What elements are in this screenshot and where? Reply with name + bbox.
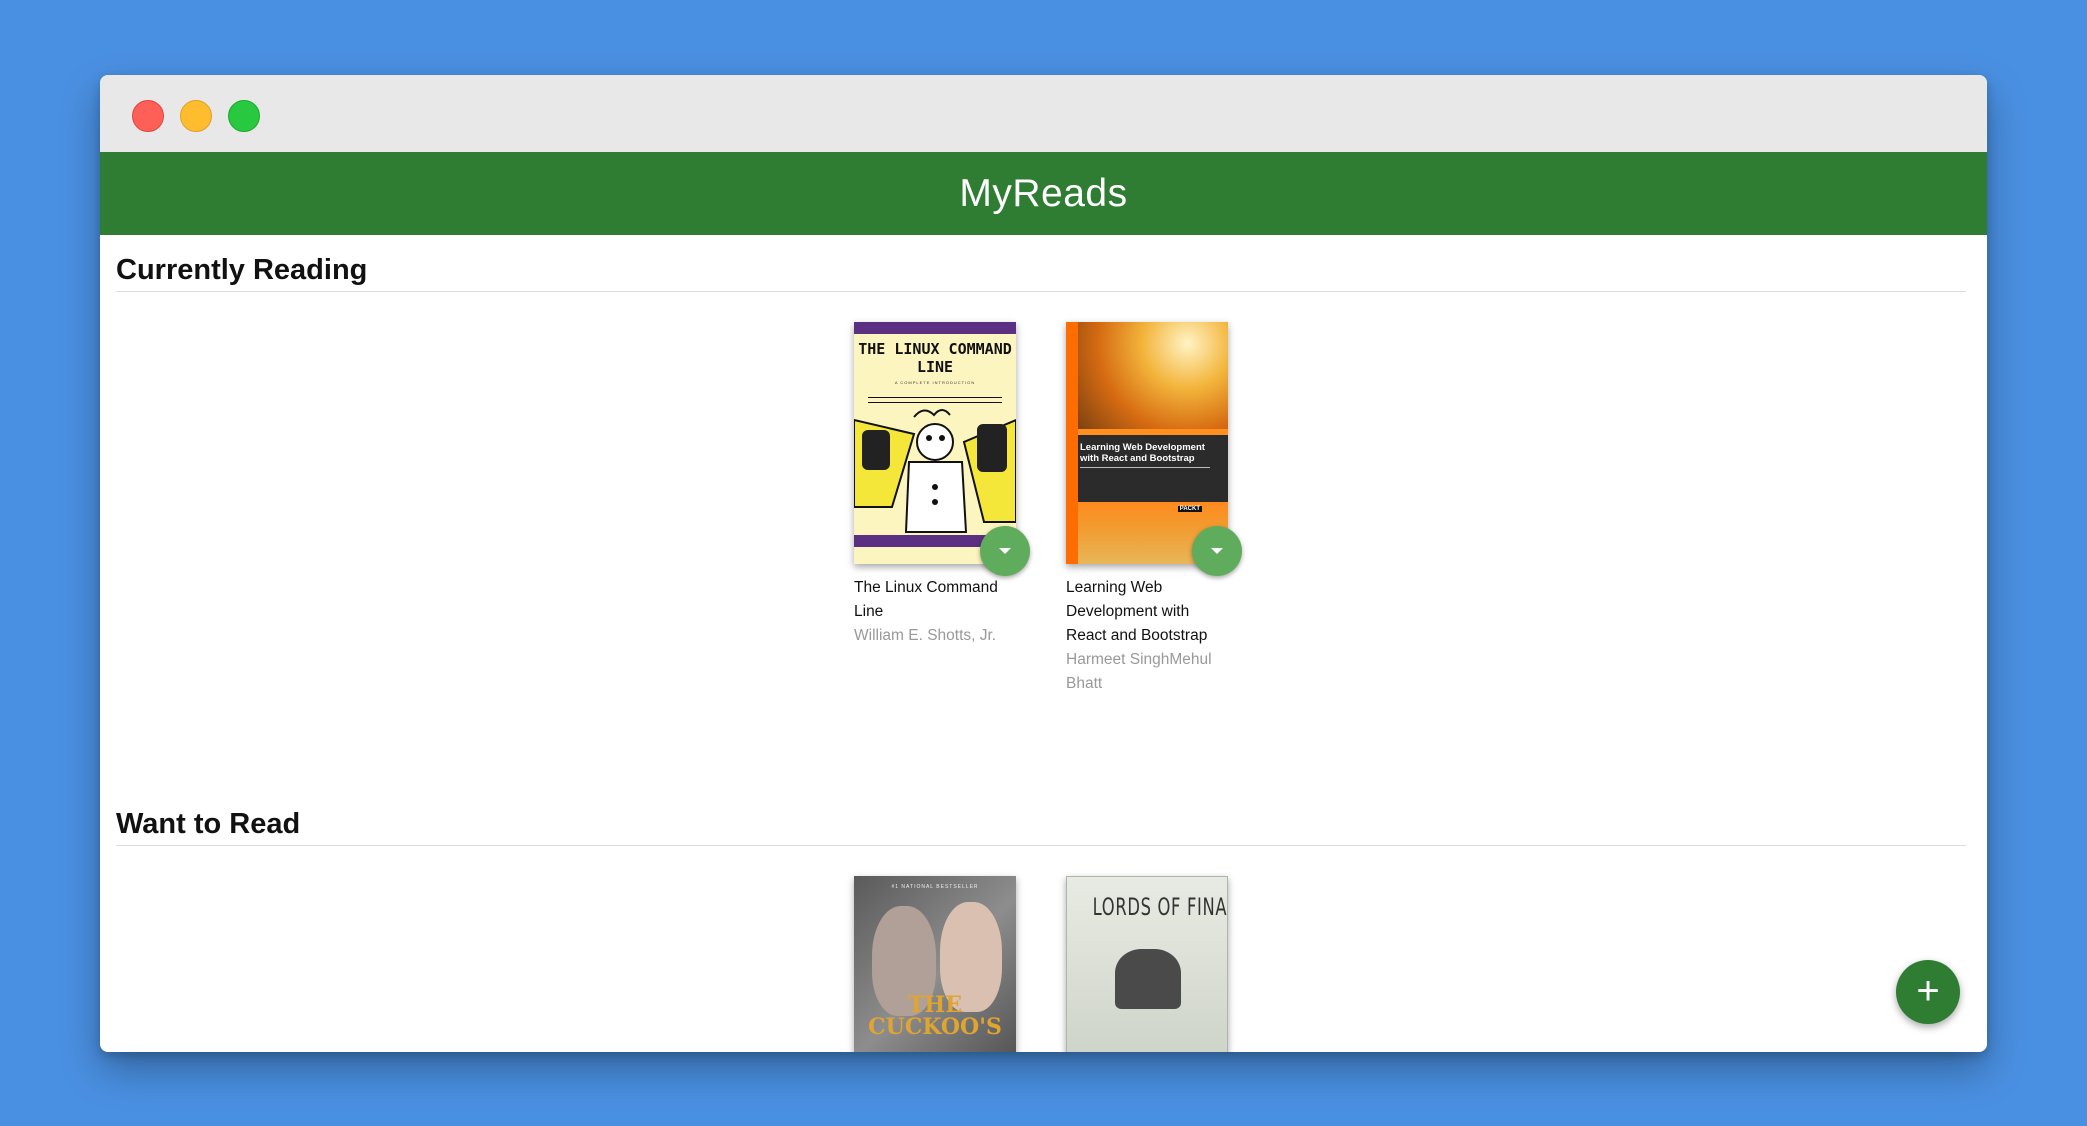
book-item: LORDS OF FINANCE <box>1066 876 1228 1052</box>
add-book-button[interactable]: + <box>1896 960 1960 1024</box>
app-title: MyReads <box>959 171 1128 215</box>
browser-window: MyReads Currently Reading THE LINUX COMM… <box>100 75 1987 1052</box>
book-title: The Linux Command Line <box>854 579 998 620</box>
shelf-books: #1 NATIONAL BESTSELLER THE CUCKOO'S LORD… <box>116 876 1966 1052</box>
plus-icon: + <box>1916 969 1940 1013</box>
book-item: Learning Web Development with React and … <box>1066 322 1242 696</box>
shelf-changer-button[interactable] <box>980 526 1030 576</box>
book-authors: Harmeet SinghMehul Bhatt <box>1066 651 1212 692</box>
book-cover: #1 NATIONAL BESTSELLER THE CUCKOO'S <box>854 876 1016 1052</box>
book-cover: Learning Web Development with React and … <box>1066 322 1228 564</box>
bookshelf-list: Currently Reading THE LINUX COMMAND LINE… <box>100 235 1987 1052</box>
shelf-want-to-read: Want to Read #1 NATIONAL BESTSELLER THE … <box>116 808 1966 1052</box>
shelf-changer-button[interactable] <box>1192 526 1242 576</box>
book-item: THE LINUX COMMAND LINE A COMPLETE INTROD… <box>854 322 1030 696</box>
shelf-title: Want to Read <box>116 808 1966 846</box>
triangle-down-icon <box>1211 548 1223 554</box>
robot-illustration <box>854 409 1016 533</box>
book-cover: THE LINUX COMMAND LINE A COMPLETE INTROD… <box>854 322 1016 564</box>
maximize-window-button[interactable] <box>228 100 260 132</box>
shelf-title: Currently Reading <box>116 254 1966 292</box>
book-cover: LORDS OF FINANCE <box>1066 876 1228 1052</box>
app-header: MyReads <box>100 152 1987 235</box>
book-title: Learning Web Development with React and … <box>1066 579 1208 644</box>
shelf-currently-reading: Currently Reading THE LINUX COMMAND LINE… <box>116 254 1966 692</box>
window-titlebar <box>100 75 1987 152</box>
triangle-down-icon <box>999 548 1011 554</box>
close-window-button[interactable] <box>132 100 164 132</box>
shelf-books: THE LINUX COMMAND LINE A COMPLETE INTROD… <box>116 322 1966 696</box>
book-authors: William E. Shotts, Jr. <box>854 627 997 644</box>
minimize-window-button[interactable] <box>180 100 212 132</box>
book-item: #1 NATIONAL BESTSELLER THE CUCKOO'S <box>854 876 1016 1052</box>
